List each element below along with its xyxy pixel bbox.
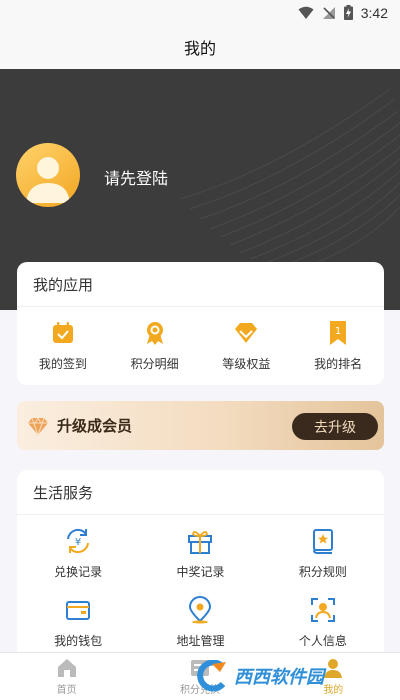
location-pin-icon: [186, 596, 214, 624]
rules-book-icon: [309, 527, 337, 555]
app-item-level-benefits[interactable]: 等级权益: [206, 319, 286, 372]
home-icon: [57, 659, 76, 677]
my-apps-title: 我的应用: [17, 262, 384, 307]
service-label: 我的钱包: [54, 634, 103, 648]
app-item-sign-in[interactable]: 我的签到: [23, 319, 103, 372]
service-points-rules[interactable]: 积分规则: [262, 527, 384, 580]
service-personal-info[interactable]: 个人信息: [262, 596, 384, 649]
login-prompt[interactable]: 请先登陆: [104, 165, 168, 189]
upgrade-button[interactable]: 去升级: [292, 413, 378, 440]
life-services-card: 生活服务 ¥ 兑换记录 中奖记录 积分规则 我的钱包 地址管理 个人信息: [17, 470, 384, 670]
rank-bookmark-icon: 1: [324, 319, 352, 347]
service-exchange-records[interactable]: ¥ 兑换记录: [17, 527, 139, 580]
battery-charging-icon: [343, 5, 353, 20]
avatar[interactable]: [16, 143, 80, 207]
svg-text:¥: ¥: [75, 537, 81, 548]
gift-icon: [186, 527, 214, 555]
my-apps-card: 我的应用 我的签到 积分明细 等级权益 1 我的排名: [17, 262, 384, 385]
tab-label: 首页: [56, 685, 77, 696]
service-label: 个人信息: [298, 634, 347, 648]
default-user-icon: [26, 157, 70, 203]
profile-icon: [309, 596, 337, 624]
wallet-icon: [64, 596, 92, 624]
service-prize-records[interactable]: 中奖记录: [139, 527, 261, 580]
page-title: 我的: [183, 39, 216, 58]
exchange-icon: ¥: [64, 527, 92, 555]
service-address-management[interactable]: 地址管理: [139, 596, 261, 649]
life-services-title: 生活服务: [17, 470, 384, 515]
service-my-wallet[interactable]: 我的钱包: [17, 596, 139, 649]
service-label: 积分规则: [298, 565, 347, 579]
vip-banner[interactable]: 升级成会员 去升级: [17, 401, 384, 450]
tab-home[interactable]: 首页: [0, 653, 133, 700]
watermark-logo: [197, 660, 226, 692]
app-item-label: 我的排名: [314, 357, 363, 371]
app-item-my-ranking[interactable]: 1 我的排名: [298, 319, 378, 372]
svg-text:1: 1: [335, 326, 341, 337]
vip-diamond-icon: [28, 416, 48, 436]
vip-text: 升级成会员: [57, 417, 133, 435]
service-label: 地址管理: [176, 634, 225, 648]
app-item-label: 积分明细: [130, 357, 179, 371]
wifi-icon: [298, 6, 314, 19]
service-label: 中奖记录: [176, 565, 225, 579]
app-item-label: 等级权益: [222, 357, 271, 371]
medal-icon: [141, 319, 169, 347]
app-item-points-detail[interactable]: 积分明细: [115, 319, 195, 372]
watermark-text: 西西软件园: [234, 667, 324, 688]
calendar-check-icon: [49, 319, 77, 347]
title-bar: 我的: [0, 25, 400, 69]
site-watermark: 西西软件园: [192, 658, 382, 694]
service-label: 兑换记录: [54, 565, 103, 579]
app-item-label: 我的签到: [38, 357, 87, 371]
status-bar: 3:42: [0, 0, 400, 25]
clock-time: 3:42: [360, 4, 388, 21]
diamond-icon: [232, 319, 260, 347]
no-signal-icon: [322, 6, 335, 19]
